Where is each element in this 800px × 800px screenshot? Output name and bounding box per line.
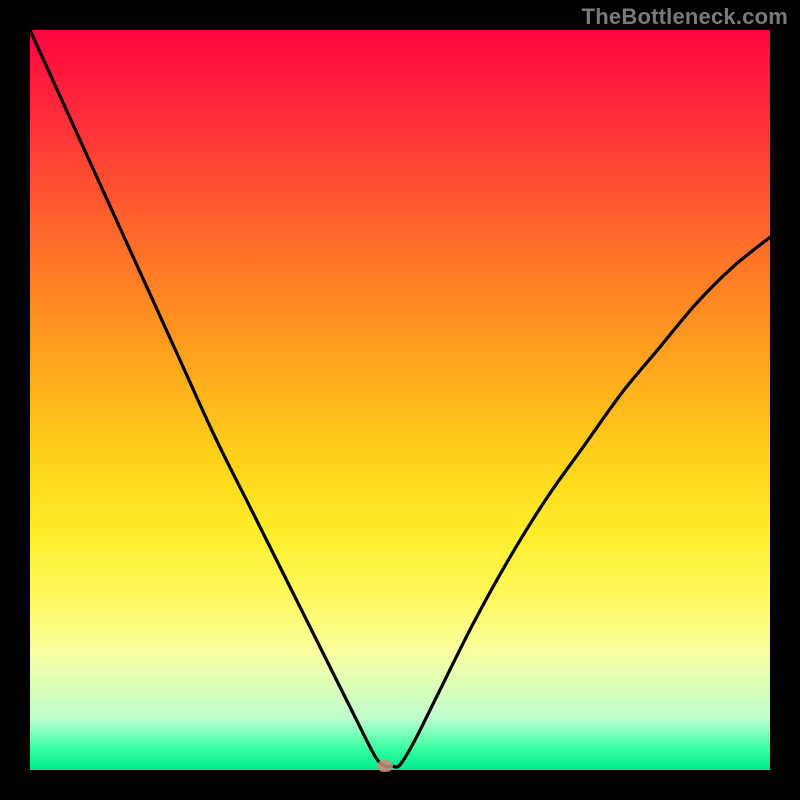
minimum-marker [377,760,393,772]
bottleneck-curve [30,30,770,770]
chart-frame: TheBottleneck.com [0,0,800,800]
plot-area [30,30,770,770]
watermark-text: TheBottleneck.com [582,4,788,30]
